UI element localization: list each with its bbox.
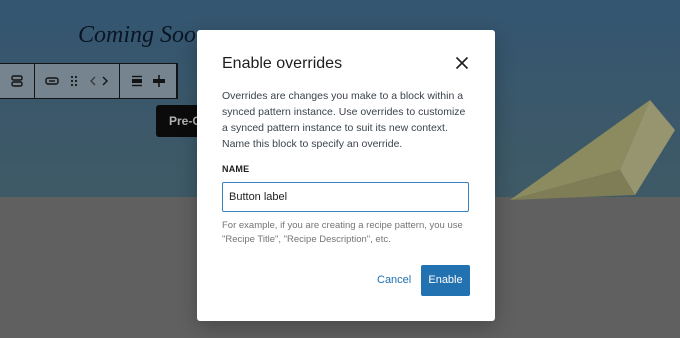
cancel-button[interactable]: Cancel [365,265,423,295]
close-button[interactable] [453,54,471,72]
modal-title: Enable overrides [222,55,343,72]
close-icon [455,56,469,70]
modal-description: Overrides are changes you make to a bloc… [222,90,466,150]
enable-button[interactable]: Enable [421,265,470,296]
name-help-text: For example, if you are creating a recip… [222,220,463,245]
enable-overrides-modal: Enable overrides Overrides are changes y… [197,30,495,321]
name-input[interactable] [222,182,469,212]
name-label: NAME [222,164,250,174]
